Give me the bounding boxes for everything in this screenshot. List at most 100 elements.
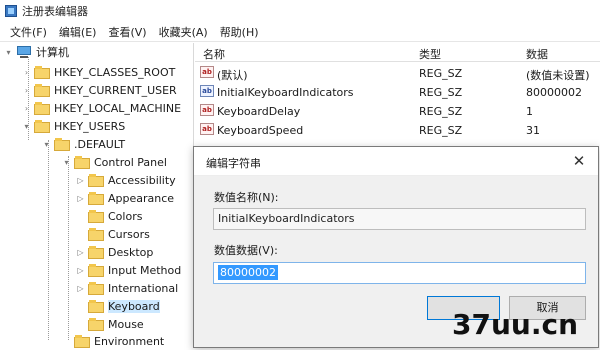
menu-file[interactable]: 文件(F) <box>4 24 53 40</box>
tree-node-international[interactable]: ▷ International <box>76 279 178 297</box>
tree-node-hku[interactable]: ▾ HKEY_USERS <box>22 117 125 135</box>
value-type: REG_SZ <box>419 105 463 118</box>
menu-help[interactable]: 帮助(H) <box>214 24 265 40</box>
menu-bar: 文件(F) 编辑(E) 查看(V) 收藏夹(A) 帮助(H) <box>0 22 600 42</box>
tree-node-environment[interactable]: Environment <box>62 332 164 350</box>
tree-label: Accessibility <box>108 173 176 187</box>
value-data-selection: 80000002 <box>218 265 278 280</box>
folder-icon <box>54 137 70 151</box>
window-title: 注册表编辑器 <box>22 5 88 18</box>
value-name: InitialKeyboardIndicators <box>217 86 354 99</box>
collapse-icon[interactable]: ▾ <box>42 140 51 149</box>
tree-label: Environment <box>94 334 165 348</box>
value-name: KeyboardDelay <box>217 105 301 118</box>
list-header: 名称 类型 数据 <box>195 43 600 62</box>
value-data-label: 数值数据(V): <box>214 244 278 257</box>
folder-icon <box>88 173 104 187</box>
value-data: 80000002 <box>526 86 582 99</box>
expand-icon[interactable]: ▷ <box>76 284 85 293</box>
tree-node-input-method[interactable]: ▷ Input Method <box>76 261 181 279</box>
menu-edit[interactable]: 编辑(E) <box>53 24 103 40</box>
tree-node-hkcr[interactable]: › HKEY_CLASSES_ROOT <box>22 63 175 81</box>
tree-node-hkcu[interactable]: › HKEY_CURRENT_USER <box>22 81 177 99</box>
list-row[interactable]: ab KeyboardDelay REG_SZ 1 <box>195 102 600 120</box>
value-name: (默认) <box>217 69 248 82</box>
tree-node-keyboard[interactable]: Keyboard <box>76 297 160 315</box>
folder-icon <box>74 334 90 348</box>
tree-node-desktop[interactable]: ▷ Desktop <box>76 243 153 261</box>
folder-icon <box>34 101 50 115</box>
expand-icon[interactable]: ▷ <box>76 266 85 275</box>
folder-icon <box>88 281 104 295</box>
tree-label: Control Panel <box>94 155 167 169</box>
folder-icon <box>34 83 50 97</box>
tree-label: Colors <box>108 209 143 223</box>
tree-label: HKEY_USERS <box>54 119 126 133</box>
close-icon[interactable]: ✕ <box>570 152 588 170</box>
tree-node-default[interactable]: ▾ .DEFAULT <box>42 135 125 153</box>
expand-icon[interactable]: ▷ <box>76 176 85 185</box>
menu-favorites[interactable]: 收藏夹(A) <box>153 24 214 40</box>
tree-label: International <box>108 281 179 295</box>
tree-node-mouse[interactable]: Mouse <box>76 315 144 333</box>
value-data-input[interactable]: 80000002 <box>213 262 586 284</box>
folder-icon <box>88 263 104 277</box>
tree-label: Desktop <box>108 245 154 259</box>
tree-node-accessibility[interactable]: ▷ Accessibility <box>76 171 176 189</box>
tree-node-cursors[interactable]: Cursors <box>76 225 150 243</box>
expand-icon[interactable]: ▷ <box>76 248 85 257</box>
tree-label: HKEY_LOCAL_MACHINE <box>54 101 182 115</box>
dialog-title-bar[interactable]: 编辑字符串 ✕ <box>194 147 598 176</box>
list-row[interactable]: ab (默认) REG_SZ (数值未设置) <box>195 64 600 82</box>
tree-label: Input Method <box>108 263 182 277</box>
list-row[interactable]: ab KeyboardSpeed REG_SZ 31 <box>195 121 600 139</box>
tree-node-hklm[interactable]: › HKEY_LOCAL_MACHINE <box>22 99 181 117</box>
folder-icon <box>88 227 104 241</box>
column-type[interactable]: 类型 <box>419 46 441 62</box>
menu-view[interactable]: 查看(V) <box>102 24 152 40</box>
folder-icon <box>88 209 104 223</box>
value-data: (数值未设置) <box>526 69 590 82</box>
tree-label: Mouse <box>108 317 144 331</box>
tree-label: Appearance <box>108 191 175 205</box>
column-data[interactable]: 数据 <box>526 46 548 62</box>
tree-label: .DEFAULT <box>74 137 126 151</box>
string-value-icon: ab <box>200 85 214 97</box>
folder-icon <box>88 299 104 313</box>
expand-icon[interactable]: ▷ <box>76 194 85 203</box>
folder-icon <box>88 191 104 205</box>
tree-label: HKEY_CURRENT_USER <box>54 83 177 97</box>
column-name[interactable]: 名称 <box>203 46 225 62</box>
title-bar: 注册表编辑器 <box>0 0 600 22</box>
tree-label: Cursors <box>108 227 150 241</box>
value-type: REG_SZ <box>419 124 463 137</box>
expand-icon[interactable]: › <box>22 86 31 95</box>
expand-icon[interactable]: › <box>22 104 31 113</box>
tree-label: Keyboard <box>108 299 160 313</box>
collapse-icon[interactable]: ▾ <box>22 122 31 131</box>
tree-node-computer[interactable]: ▾ 计算机 <box>4 43 69 61</box>
registry-tree[interactable]: ▾ 计算机 › HKEY_CLASSES_ROOT › HKEY_CURRENT… <box>0 43 194 348</box>
value-name-label: 数值名称(N): <box>214 191 279 204</box>
string-value-icon: ab <box>200 104 214 116</box>
value-type: REG_SZ <box>419 86 463 99</box>
value-name-text: InitialKeyboardIndicators <box>218 212 355 225</box>
computer-icon <box>16 45 32 59</box>
collapse-icon[interactable]: ▾ <box>62 158 71 167</box>
collapse-icon[interactable]: ▾ <box>4 48 13 57</box>
folder-icon <box>74 155 90 169</box>
tree-label: 计算机 <box>36 46 69 59</box>
folder-icon <box>34 65 50 79</box>
string-value-icon: ab <box>200 123 214 135</box>
value-data: 31 <box>526 124 540 137</box>
folder-icon <box>88 317 104 331</box>
tree-node-control-panel[interactable]: ▾ Control Panel <box>62 153 167 171</box>
string-value-icon: ab <box>200 66 214 78</box>
expand-icon[interactable]: › <box>22 68 31 77</box>
tree-label: HKEY_CLASSES_ROOT <box>54 65 176 79</box>
folder-icon <box>34 119 50 133</box>
regedit-icon <box>5 5 17 17</box>
tree-node-appearance[interactable]: ▷ Appearance <box>76 189 174 207</box>
list-row[interactable]: ab InitialKeyboardIndicators REG_SZ 8000… <box>195 83 600 101</box>
tree-node-colors[interactable]: Colors <box>76 207 142 225</box>
